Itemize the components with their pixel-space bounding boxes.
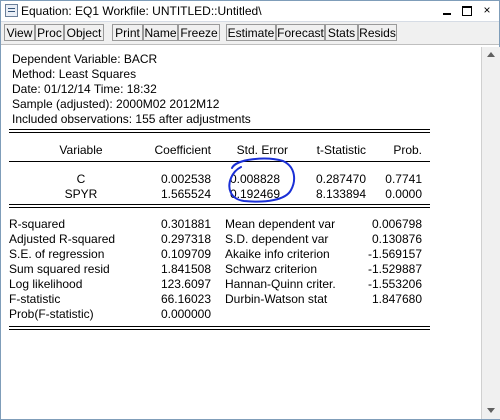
close-button[interactable]: × (479, 3, 495, 18)
std-error-circle-annotation (228, 157, 296, 203)
forecast-button[interactable]: Forecast (276, 24, 325, 41)
equation-window: Equation: EQ1 Workfile: UNTITLED::Untitl… (0, 0, 500, 420)
view-button[interactable]: View (4, 24, 35, 41)
title-bar[interactable]: Equation: EQ1 Workfile: UNTITLED::Untitl… (1, 1, 499, 22)
window-title: Equation: EQ1 Workfile: UNTITLED::Untitl… (21, 4, 262, 18)
minimize-icon (443, 13, 451, 15)
object-button[interactable]: Object (64, 24, 104, 41)
print-button[interactable]: Print (112, 24, 143, 41)
estimate-button[interactable]: Estimate (226, 24, 276, 41)
minimize-button[interactable] (439, 3, 455, 18)
resids-button[interactable]: Resids (358, 24, 397, 41)
stats-button[interactable]: Stats (325, 24, 358, 41)
vertical-scrollbar[interactable] (481, 47, 500, 419)
toolbar: View Proc Object Print Name Freeze Estim… (1, 22, 499, 45)
proc-button[interactable]: Proc (35, 24, 64, 41)
maximize-icon (462, 6, 472, 16)
maximize-button[interactable] (459, 3, 475, 18)
regression-output: Dependent Variable: BACR Method: Least S… (4, 47, 475, 415)
scroll-down-arrow-icon[interactable] (482, 402, 500, 419)
freeze-button[interactable]: Freeze (178, 24, 220, 41)
scroll-up-arrow-icon[interactable] (482, 47, 500, 64)
name-button[interactable]: Name (143, 24, 178, 41)
equation-window-icon (5, 4, 18, 17)
